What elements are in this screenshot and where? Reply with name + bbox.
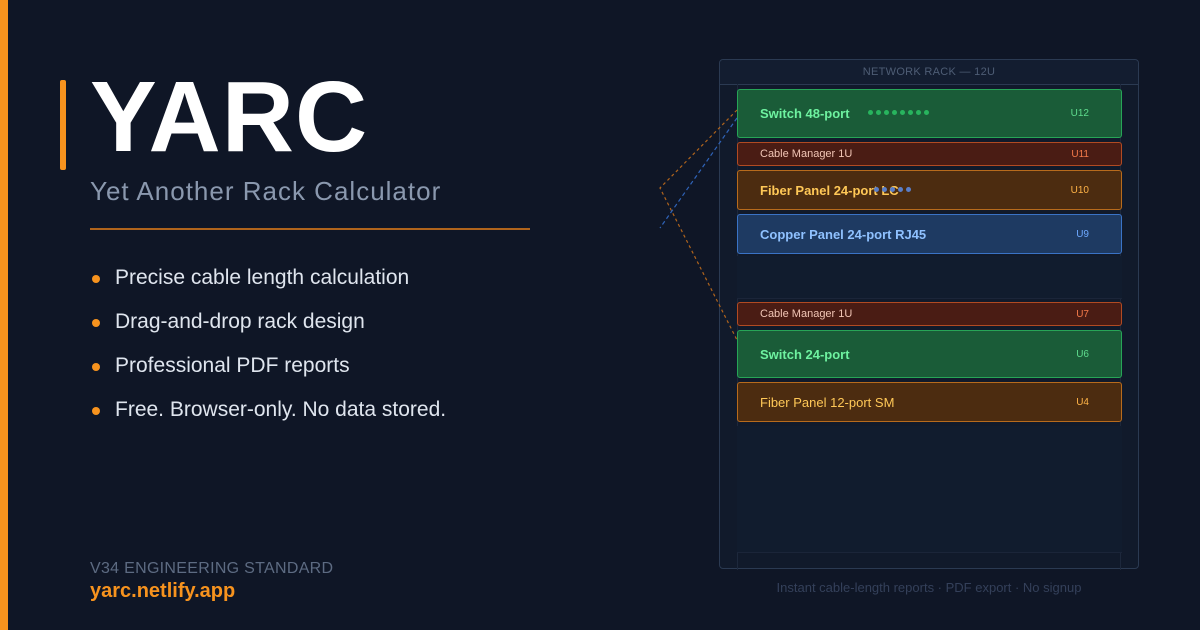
cable-path	[659, 117, 738, 229]
cable-path	[659, 109, 738, 341]
patch-cables	[659, 109, 738, 341]
rack-tagline: Instant cable-length reports · PDF expor…	[776, 580, 1082, 595]
